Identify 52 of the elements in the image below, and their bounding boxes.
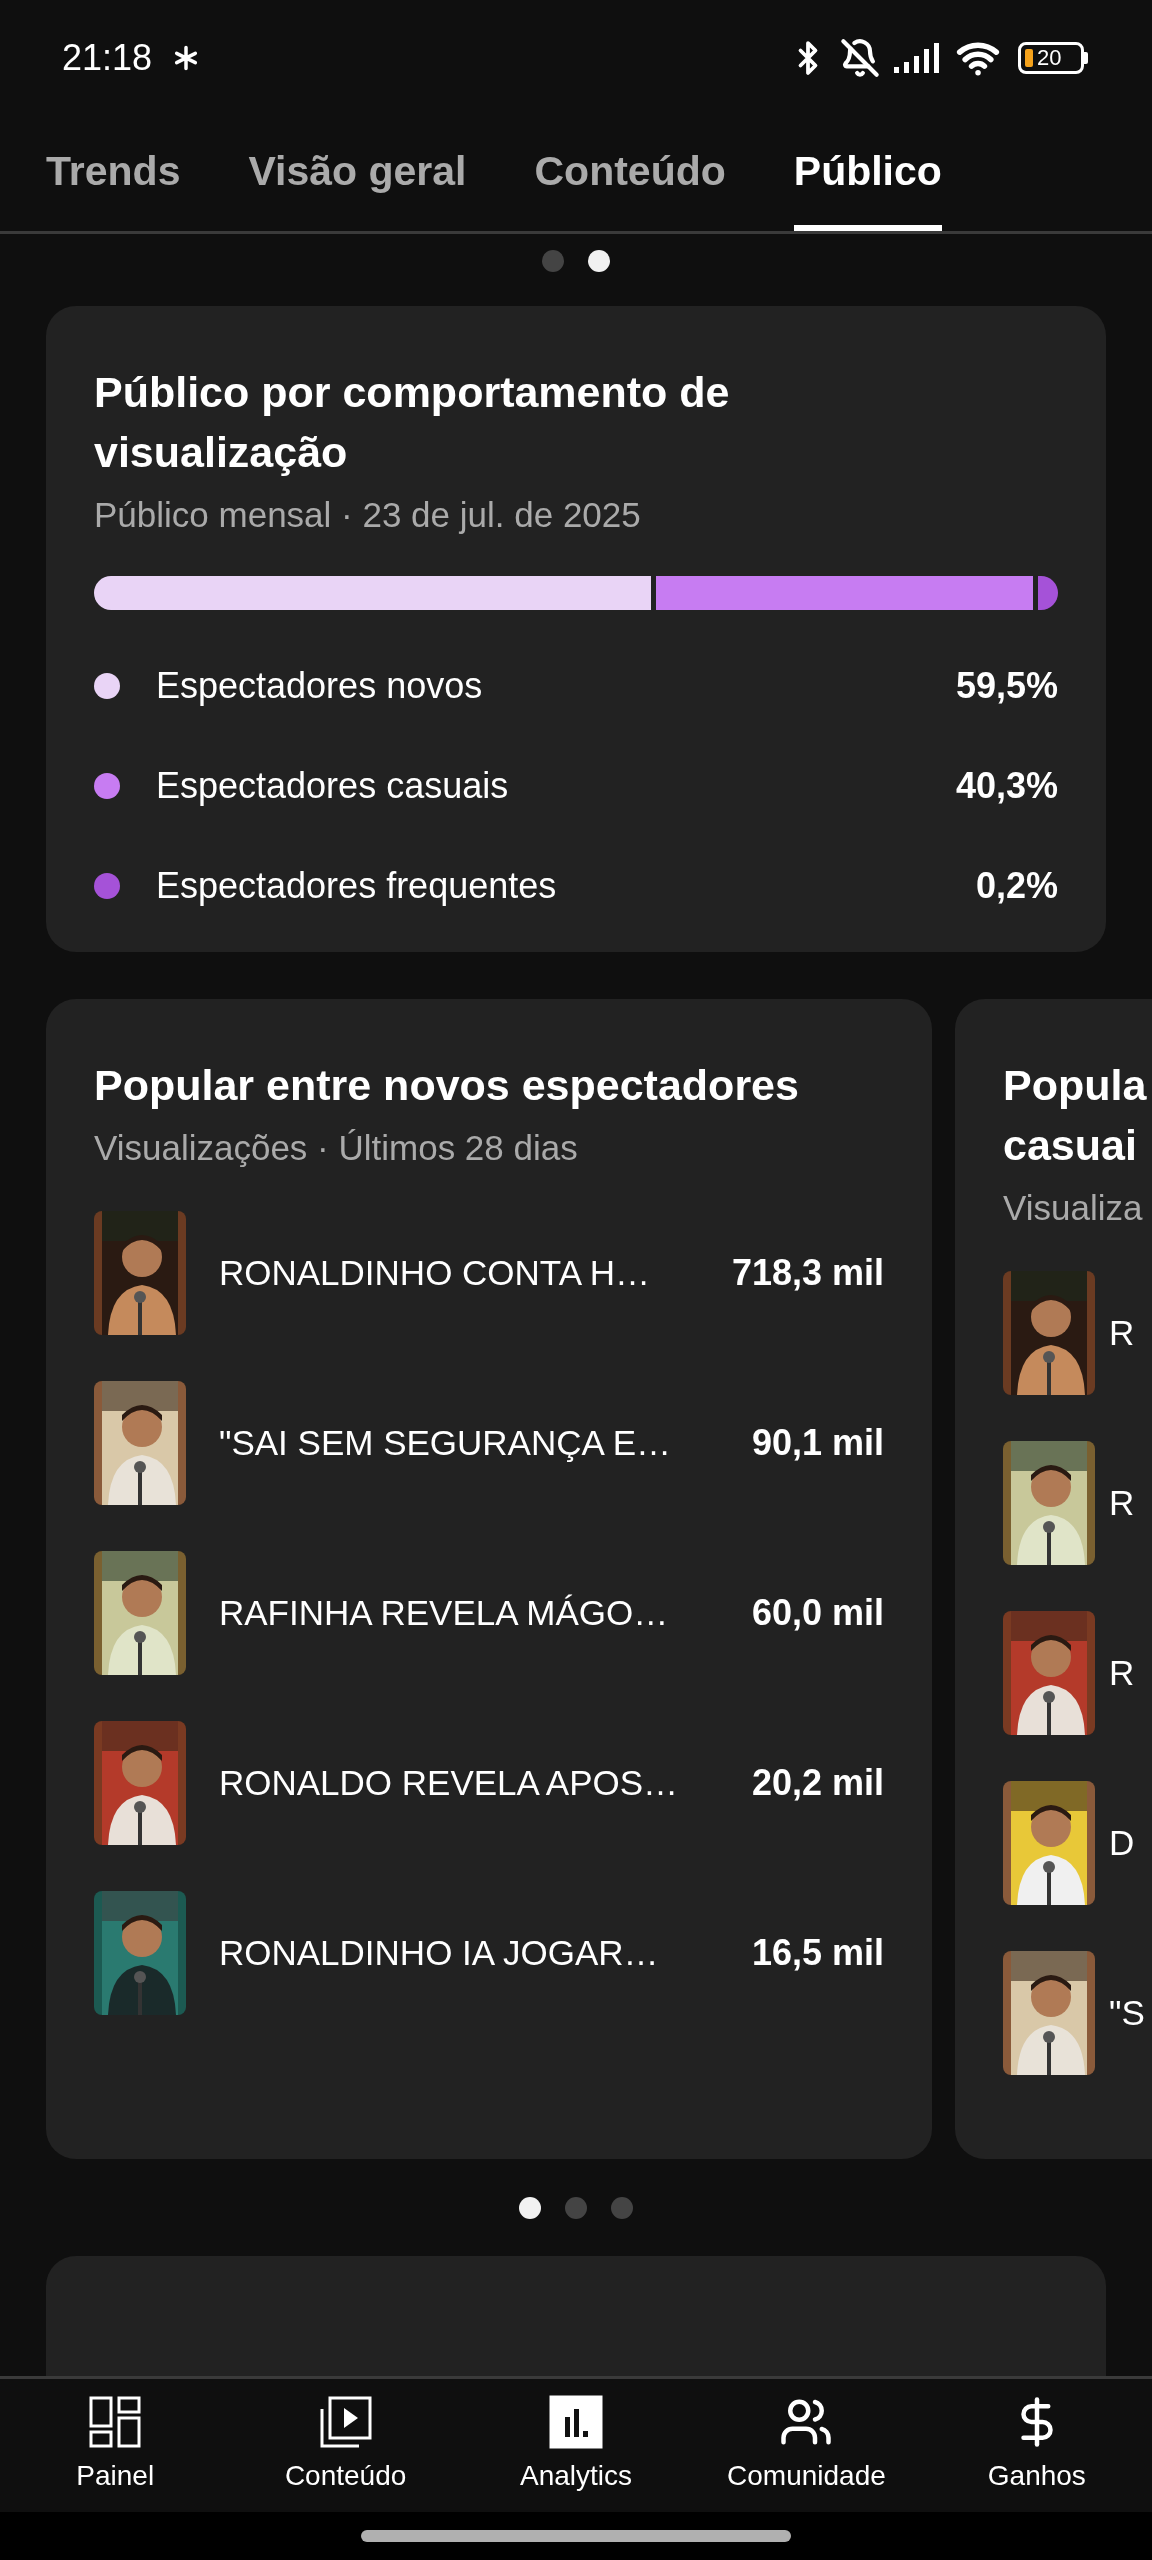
video-title: R bbox=[1109, 1651, 1135, 1694]
nav-item[interactable]: Comunidade bbox=[691, 2379, 922, 2512]
battery-fill bbox=[1025, 49, 1033, 67]
battery-percent: 20 bbox=[1037, 47, 1062, 69]
video-title: RONALDINHO IA JOGAR… bbox=[219, 1931, 660, 1974]
nav-item[interactable]: Conteúdo bbox=[230, 2379, 461, 2512]
tab[interactable]: Público bbox=[793, 139, 942, 231]
card-title: Popular entre novos espectadores bbox=[94, 1060, 800, 1111]
video-row[interactable]: "SAI SEM SEGURANÇA E… 90,1 mil bbox=[94, 1381, 884, 1505]
nav-item[interactable]: Painel bbox=[0, 2379, 231, 2512]
view-count: 718,3 mil bbox=[731, 1251, 884, 1295]
view-count: 16,5 mil bbox=[751, 1931, 884, 1975]
card-title: Popula bbox=[1003, 1060, 1148, 1111]
card-title: casuai bbox=[1003, 1120, 1138, 1171]
video-row[interactable]: R bbox=[1003, 1611, 1152, 1735]
video-row[interactable]: RONALDO REVELA APOS… 20,2 mil bbox=[94, 1721, 884, 1845]
clock-time: 21:18 bbox=[62, 36, 153, 80]
legend-label: Espectadores frequentes bbox=[156, 864, 558, 908]
video-title: "SAI SEM SEGURANÇA E… bbox=[219, 1421, 672, 1464]
video-row[interactable]: "S bbox=[1003, 1951, 1152, 2075]
video-row[interactable]: RONALDINHO IA JOGAR… 16,5 mil bbox=[94, 1891, 884, 2015]
muted-bell-icon bbox=[840, 38, 880, 78]
video-title: RONALDO REVELA APOS… bbox=[219, 1761, 680, 1804]
video-title: R bbox=[1109, 1311, 1135, 1354]
view-count: 60,0 mil bbox=[751, 1591, 884, 1635]
card-subtitle: Público mensal · 23 de jul. de 2025 bbox=[94, 494, 642, 536]
legend-value: 59,5% bbox=[955, 664, 1058, 708]
signal-icon bbox=[894, 43, 942, 73]
video-row[interactable]: RONALDINHO CONTA H… 718,3 mil bbox=[94, 1211, 884, 1335]
tab[interactable]: Trends bbox=[46, 139, 181, 231]
video-row[interactable]: RAFINHA REVELA MÁGO… 60,0 mil bbox=[94, 1551, 884, 1675]
view-count: 20,2 mil bbox=[751, 1761, 884, 1805]
video-title: D bbox=[1109, 1821, 1135, 1864]
card-subtitle: Visualizações · Últimos 28 dias bbox=[94, 1127, 579, 1169]
view-count: 90,1 mil bbox=[751, 1421, 884, 1465]
video-title: R bbox=[1109, 1481, 1135, 1524]
legend-label: Espectadores casuais bbox=[156, 764, 510, 808]
video-row[interactable]: D bbox=[1003, 1781, 1152, 1905]
legend-value: 40,3% bbox=[955, 764, 1058, 808]
legend-value: 0,2% bbox=[975, 864, 1058, 908]
video-title: "S bbox=[1109, 1991, 1145, 2034]
video-row[interactable]: R bbox=[1003, 1271, 1152, 1395]
tab[interactable]: Conteúdo bbox=[534, 139, 726, 231]
legend-label: Espectadores novos bbox=[156, 664, 484, 708]
video-title: RAFINHA REVELA MÁGO… bbox=[219, 1591, 670, 1634]
card-title: Público por comportamento de visualização bbox=[94, 367, 731, 478]
nav-item[interactable]: Analytics bbox=[460, 2379, 692, 2512]
card-subtitle: Visualiza bbox=[1003, 1187, 1144, 1229]
tab[interactable]: Visão geral bbox=[248, 139, 467, 231]
nav-item[interactable]: Ganhos bbox=[921, 2379, 1152, 2512]
video-row[interactable]: R bbox=[1003, 1441, 1152, 1565]
video-title: RONALDINHO CONTA H… bbox=[219, 1251, 652, 1294]
